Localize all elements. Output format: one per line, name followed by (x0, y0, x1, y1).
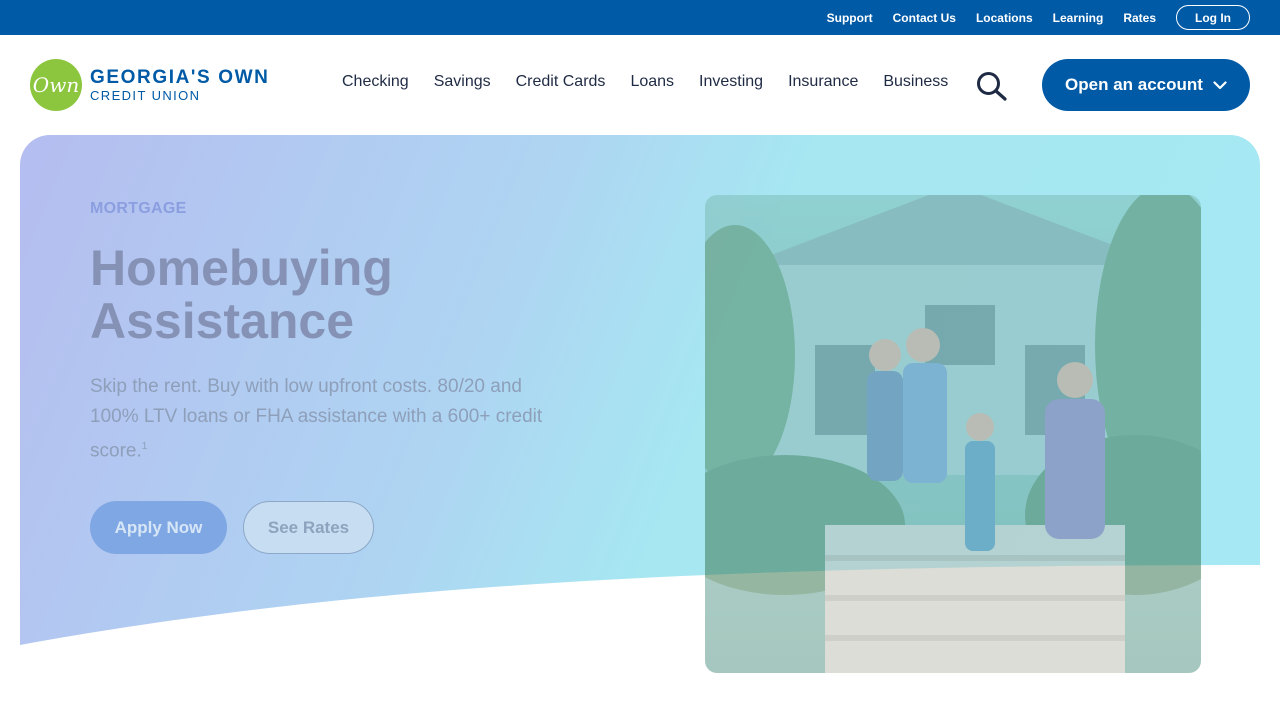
utility-link-contact-us[interactable]: Contact Us (893, 11, 956, 25)
logo-text: GEORGIA'S OWN CREDIT UNION (90, 68, 269, 102)
logo-name-line2: CREDIT UNION (90, 88, 201, 103)
hero-title: Homebuying Assistance (90, 240, 393, 349)
nav-item-savings[interactable]: Savings (434, 73, 491, 91)
hero-eyebrow: MORTGAGE (90, 200, 187, 217)
open-account-label: Open an account (1065, 75, 1203, 94)
search-icon[interactable] (976, 71, 1008, 101)
nav-item-business[interactable]: Business (883, 73, 948, 91)
nav-item-investing[interactable]: Investing (699, 73, 763, 91)
open-account-button[interactable]: Open an account (1042, 59, 1250, 111)
brand-logo[interactable]: Own GEORGIA'S OWN CREDIT UNION (30, 59, 269, 111)
nav-item-insurance[interactable]: Insurance (788, 73, 858, 91)
nav-item-credit-cards[interactable]: Credit Cards (516, 73, 606, 91)
nav-item-loans[interactable]: Loans (630, 73, 674, 91)
nav-item-checking[interactable]: Checking (342, 73, 409, 91)
utility-links: Support Contact Us Locations Learning Ra… (827, 0, 1156, 35)
utility-link-support[interactable]: Support (827, 11, 873, 25)
logo-name-line1: GEORGIA'S OWN (90, 67, 270, 88)
utility-link-learning[interactable]: Learning (1053, 11, 1104, 25)
chevron-down-icon (1213, 80, 1227, 89)
login-button[interactable]: Log In (1176, 5, 1250, 30)
site-header: Own GEORGIA'S OWN CREDIT UNION Checking … (0, 35, 1280, 135)
hero-footnote[interactable]: 1 (142, 441, 148, 452)
utility-link-locations[interactable]: Locations (976, 11, 1033, 25)
main-nav: Checking Savings Credit Cards Loans Inve… (342, 73, 948, 91)
hero-photo (705, 195, 1201, 673)
logo-mark: Own (30, 59, 82, 111)
utility-link-rates[interactable]: Rates (1123, 11, 1156, 25)
hero-body: Skip the rent. Buy with low upfront cost… (90, 372, 560, 466)
utility-bar: Support Contact Us Locations Learning Ra… (0, 0, 1280, 35)
apply-now-button[interactable]: Apply Now (90, 501, 227, 554)
see-rates-button[interactable]: See Rates (243, 501, 374, 554)
hero-body-text: Skip the rent. Buy with low upfront cost… (90, 376, 543, 462)
